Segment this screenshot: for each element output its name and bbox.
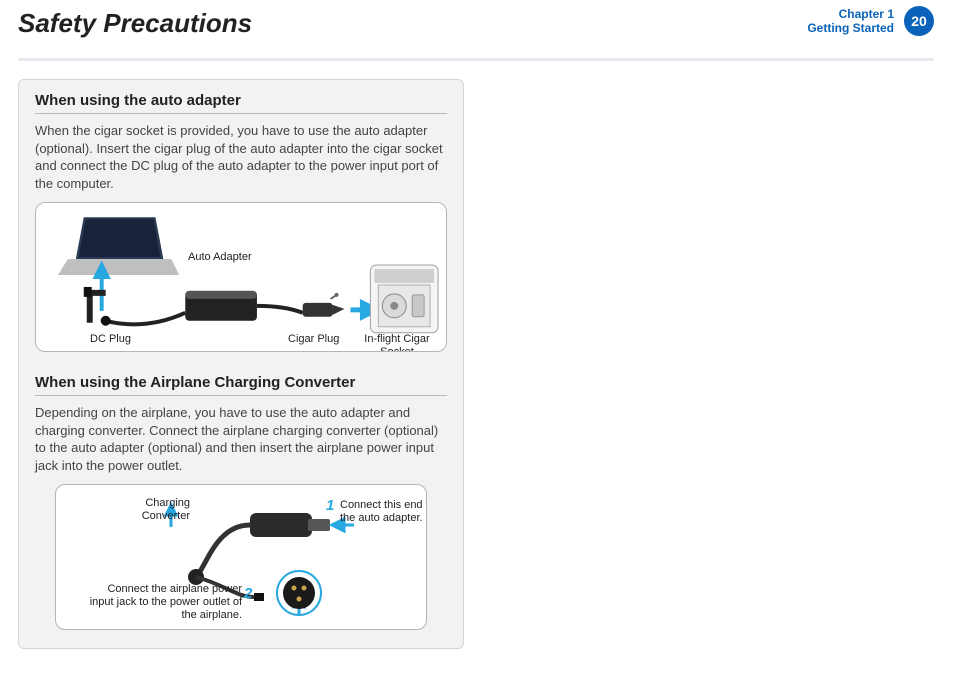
step2-text: Connect the airplane power input jack to…: [84, 583, 242, 621]
step1-text: Connect this end to the auto adapter.: [340, 499, 427, 524]
step2-number: 2: [244, 585, 252, 602]
figure-auto-adapter: Auto Adapter DC Plug Cigar Plug In-fligh…: [35, 202, 447, 352]
label-cigar-plug: Cigar Plug: [288, 333, 339, 346]
step1-number: 1: [326, 497, 334, 514]
content-columns: When using the auto adapter When the cig…: [18, 79, 934, 649]
left-panel: When using the auto adapter When the cig…: [18, 79, 464, 649]
page-root: Safety Precautions Chapter 1 Getting Sta…: [0, 0, 954, 677]
section2-body: Depending on the airplane, you have to u…: [35, 404, 447, 474]
chapter-line-2: Getting Started: [807, 21, 894, 35]
chapter-line-1: Chapter 1: [807, 7, 894, 21]
label-charging-converter: Charging Converter: [118, 497, 190, 522]
page-number-badge: 20: [904, 6, 934, 36]
label-dc-plug: DC Plug: [90, 333, 131, 346]
figure-airplane-converter: Charging Converter 1 Connect this end to…: [55, 484, 427, 630]
label-auto-adapter: Auto Adapter: [188, 251, 252, 264]
chapter-text: Chapter 1 Getting Started: [807, 7, 894, 36]
section2-heading: When using the Airplane Charging Convert…: [35, 374, 447, 396]
section1-body: When the cigar socket is provided, you h…: [35, 122, 447, 192]
document-header: Safety Precautions Chapter 1 Getting Sta…: [18, 10, 934, 61]
label-inflight-socket: In-flight Cigar Socket: [348, 333, 446, 352]
chapter-block: Chapter 1 Getting Started 20: [807, 6, 934, 36]
page-title: Safety Precautions: [18, 10, 252, 36]
section1-heading: When using the auto adapter: [35, 92, 447, 114]
figure1-illustration: [36, 203, 446, 351]
